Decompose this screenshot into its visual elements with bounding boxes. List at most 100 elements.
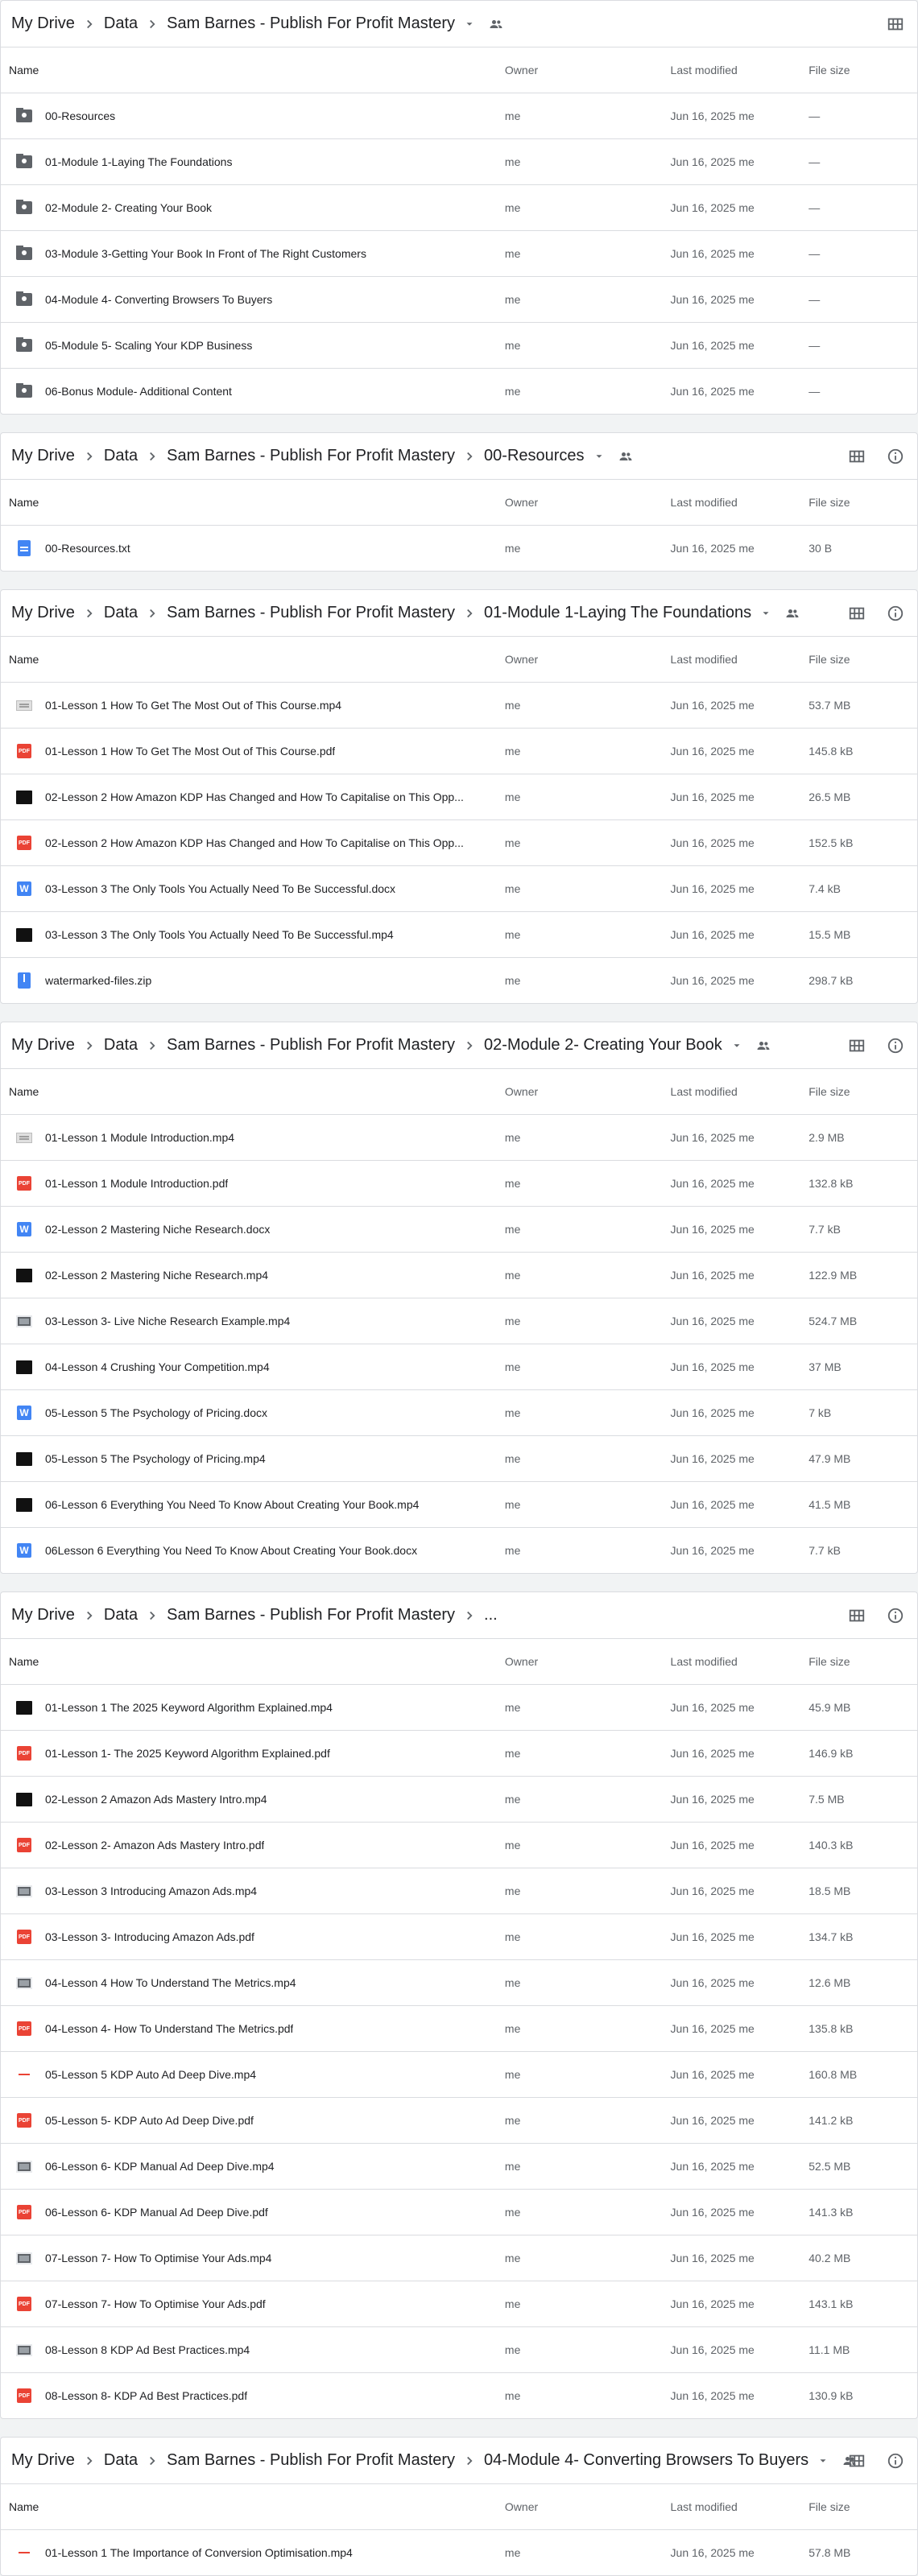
- file-name[interactable]: 02-Lesson 2 How Amazon KDP Has Changed a…: [45, 791, 464, 803]
- breadcrumb-item[interactable]: Sam Barnes - Publish For Profit Mastery: [164, 1036, 457, 1055]
- file-row[interactable]: W 03-Lesson 3 The Only Tools You Actually…: [1, 865, 917, 911]
- file-name[interactable]: 03-Module 3-Getting Your Book In Front o…: [45, 247, 366, 260]
- arrow-drop-down-icon[interactable]: [816, 2454, 830, 2468]
- grid-view-icon[interactable]: [843, 443, 870, 470]
- arrow-drop-down-icon[interactable]: [592, 449, 606, 464]
- file-name[interactable]: 01-Lesson 1- The 2025 Keyword Algorithm …: [45, 1747, 330, 1760]
- file-name[interactable]: 01-Lesson 1 Module Introduction.mp4: [45, 1131, 234, 1144]
- breadcrumb-item[interactable]: Data: [101, 14, 140, 33]
- column-name-header[interactable]: Name: [1, 1655, 505, 1668]
- file-name[interactable]: 06-Lesson 6 Everything You Need To Know …: [45, 1498, 419, 1511]
- file-row[interactable]: 01-Lesson 1 How To Get The Most Out of T…: [1, 682, 917, 728]
- breadcrumb-item[interactable]: Data: [101, 1606, 140, 1624]
- column-size-header[interactable]: File size: [808, 1655, 917, 1668]
- column-name-header[interactable]: Name: [1, 496, 505, 509]
- file-row[interactable]: 06-Bonus Module- Additional Content me Jun…: [1, 368, 917, 414]
- file-row[interactable]: PDF 03-Lesson 3- Introducing Amazon Ads.p…: [1, 1913, 917, 1959]
- grid-view-icon[interactable]: [882, 10, 909, 38]
- file-name[interactable]: 02-Lesson 2 Mastering Niche Research.doc…: [45, 1223, 270, 1236]
- file-name[interactable]: 03-Lesson 3 Introducing Amazon Ads.mp4: [45, 1885, 257, 1897]
- column-size-header[interactable]: File size: [808, 2500, 917, 2513]
- file-row[interactable]: PDF 04-Lesson 4- How To Understand The Me…: [1, 2005, 917, 2051]
- file-name[interactable]: 06-Bonus Module- Additional Content: [45, 385, 232, 398]
- breadcrumb-item[interactable]: My Drive: [9, 447, 77, 465]
- column-owner-header[interactable]: Owner: [505, 653, 671, 666]
- column-name-header[interactable]: Name: [1, 64, 505, 76]
- file-name[interactable]: 06-Lesson 6- KDP Manual Ad Deep Dive.mp4: [45, 2160, 275, 2173]
- breadcrumb-item[interactable]: My Drive: [9, 14, 77, 33]
- file-row[interactable]: 02-Lesson 2 Amazon Ads Mastery Intro.mp4…: [1, 1776, 917, 1822]
- breadcrumb-item[interactable]: Sam Barnes - Publish For Profit Mastery: [164, 14, 457, 33]
- file-name[interactable]: 07-Lesson 7- How To Optimise Your Ads.pd…: [45, 2297, 266, 2310]
- file-row[interactable]: 01-Lesson 1 Module Introduction.mp4 me Jun…: [1, 1114, 917, 1160]
- file-name[interactable]: 00-Resources.txt: [45, 542, 130, 555]
- file-row[interactable]: 06-Lesson 6 Everything You Need To Know …: [1, 1481, 917, 1527]
- file-name[interactable]: 00-Resources: [45, 109, 115, 122]
- file-row[interactable]: 05-Lesson 5 KDP Auto Ad Deep Dive.mp4 me J…: [1, 2051, 917, 2097]
- info-icon[interactable]: [882, 1032, 909, 1059]
- breadcrumb-item[interactable]: 01-Module 1-Laying The Foundations: [482, 604, 754, 622]
- file-name[interactable]: 05-Lesson 5 The Psychology of Pricing.do…: [45, 1406, 267, 1419]
- arrow-drop-down-icon[interactable]: [462, 17, 477, 31]
- file-name[interactable]: 02-Lesson 2 Mastering Niche Research.mp4: [45, 1269, 268, 1282]
- breadcrumb-item[interactable]: Sam Barnes - Publish For Profit Mastery: [164, 1606, 457, 1624]
- breadcrumb-item[interactable]: My Drive: [9, 1036, 77, 1055]
- file-name[interactable]: 08-Lesson 8- KDP Ad Best Practices.pdf: [45, 2389, 247, 2402]
- column-owner-header[interactable]: Owner: [505, 64, 671, 76]
- file-row[interactable]: PDF 05-Lesson 5- KDP Auto Ad Deep Dive.pd…: [1, 2097, 917, 2143]
- file-row[interactable]: 03-Module 3-Getting Your Book In Front o…: [1, 230, 917, 276]
- column-owner-header[interactable]: Owner: [505, 1085, 671, 1098]
- column-owner-header[interactable]: Owner: [505, 496, 671, 509]
- column-modified-header[interactable]: Last modified: [671, 1085, 809, 1098]
- file-row[interactable]: W 06Lesson 6 Everything You Need To Know …: [1, 1527, 917, 1573]
- info-icon[interactable]: [882, 2447, 909, 2475]
- file-row[interactable]: 02-Module 2- Creating Your Book me Jun 16,…: [1, 184, 917, 230]
- column-modified-header[interactable]: Last modified: [671, 1655, 809, 1668]
- breadcrumb-item[interactable]: ...: [482, 1606, 500, 1624]
- file-name[interactable]: 05-Lesson 5- KDP Auto Ad Deep Dive.pdf: [45, 2114, 254, 2127]
- file-row[interactable]: 01-Lesson 1 The 2025 Keyword Algorithm E…: [1, 1684, 917, 1730]
- file-name[interactable]: 06-Lesson 6- KDP Manual Ad Deep Dive.pdf: [45, 2206, 268, 2219]
- file-name[interactable]: 07-Lesson 7- How To Optimise Your Ads.mp…: [45, 2252, 271, 2264]
- column-size-header[interactable]: File size: [808, 1085, 917, 1098]
- column-size-header[interactable]: File size: [808, 64, 917, 76]
- breadcrumb-item[interactable]: Data: [101, 447, 140, 465]
- file-name[interactable]: 05-Module 5- Scaling Your KDP Business: [45, 339, 252, 352]
- breadcrumb-item[interactable]: Data: [101, 2451, 140, 2470]
- file-row[interactable]: 08-Lesson 8 KDP Ad Best Practices.mp4 me J…: [1, 2326, 917, 2372]
- info-icon[interactable]: [882, 600, 909, 627]
- file-name[interactable]: 03-Lesson 3- Introducing Amazon Ads.pdf: [45, 1930, 254, 1943]
- grid-view-icon[interactable]: [843, 2447, 870, 2475]
- file-row[interactable]: 01-Lesson 1 The Importance of Conversion…: [1, 2529, 917, 2575]
- file-row[interactable]: 00-Resources me Jun 16, 2025 me —: [1, 93, 917, 138]
- info-icon[interactable]: [882, 1602, 909, 1629]
- file-name[interactable]: 02-Module 2- Creating Your Book: [45, 201, 212, 214]
- breadcrumb-item[interactable]: Sam Barnes - Publish For Profit Mastery: [164, 604, 457, 622]
- breadcrumb-item[interactable]: Sam Barnes - Publish For Profit Mastery: [164, 447, 457, 465]
- file-row[interactable]: 02-Lesson 2 Mastering Niche Research.mp4…: [1, 1252, 917, 1298]
- breadcrumb-item[interactable]: 00-Resources: [482, 447, 587, 465]
- file-row[interactable]: PDF 08-Lesson 8- KDP Ad Best Practices.pd…: [1, 2372, 917, 2418]
- breadcrumb-item[interactable]: My Drive: [9, 2451, 77, 2470]
- column-size-header[interactable]: File size: [808, 496, 917, 509]
- file-name[interactable]: 03-Lesson 3 The Only Tools You Actually …: [45, 882, 395, 895]
- file-name[interactable]: 01-Module 1-Laying The Foundations: [45, 155, 232, 168]
- column-owner-header[interactable]: Owner: [505, 2500, 671, 2513]
- file-row[interactable]: 05-Module 5- Scaling Your KDP Business me…: [1, 322, 917, 368]
- file-name[interactable]: 01-Lesson 1 Module Introduction.pdf: [45, 1177, 228, 1190]
- file-name[interactable]: 02-Lesson 2- Amazon Ads Mastery Intro.pd…: [45, 1839, 264, 1852]
- file-name[interactable]: 01-Lesson 1 How To Get The Most Out of T…: [45, 745, 335, 758]
- file-row[interactable]: 06-Lesson 6- KDP Manual Ad Deep Dive.mp4…: [1, 2143, 917, 2189]
- column-modified-header[interactable]: Last modified: [671, 496, 809, 509]
- grid-view-icon[interactable]: [843, 1032, 870, 1059]
- grid-view-icon[interactable]: [843, 1602, 870, 1629]
- breadcrumb-item[interactable]: My Drive: [9, 1606, 77, 1624]
- column-name-header[interactable]: Name: [1, 653, 505, 666]
- file-row[interactable]: 04-Module 4- Converting Browsers To Buye…: [1, 276, 917, 322]
- file-name[interactable]: 02-Lesson 2 How Amazon KDP Has Changed a…: [45, 836, 464, 849]
- file-row[interactable]: W 05-Lesson 5 The Psychology of Pricing.d…: [1, 1389, 917, 1435]
- file-row[interactable]: 04-Lesson 4 Crushing Your Competition.mp…: [1, 1344, 917, 1389]
- column-modified-header[interactable]: Last modified: [671, 653, 809, 666]
- file-row[interactable]: 02-Lesson 2 How Amazon KDP Has Changed a…: [1, 774, 917, 819]
- file-name[interactable]: 06Lesson 6 Everything You Need To Know A…: [45, 1544, 417, 1557]
